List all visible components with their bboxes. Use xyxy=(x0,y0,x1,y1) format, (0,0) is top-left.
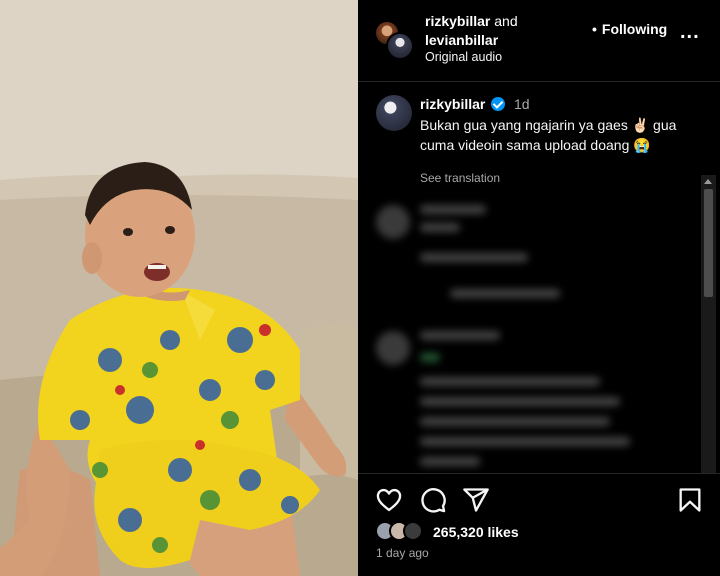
caption-timestamp[interactable]: 1d xyxy=(514,96,530,112)
caption-text: Bukan gua yang ngajarin ya gaes ✌🏻 gua c… xyxy=(420,117,677,153)
more-options-icon[interactable]: ... xyxy=(680,22,700,42)
comment-icon[interactable] xyxy=(419,486,447,514)
post-panel: rizkybillar and levianbillar Original au… xyxy=(358,0,720,576)
comment-placeholder xyxy=(420,205,486,214)
comment-placeholder xyxy=(420,457,480,466)
following-button[interactable]: • Following xyxy=(592,21,667,37)
username-link[interactable]: rizkybillar xyxy=(425,13,490,29)
child-photo xyxy=(0,0,358,576)
blurred-comments xyxy=(358,191,698,473)
audio-link[interactable]: Original audio xyxy=(425,50,502,64)
heart-icon[interactable] xyxy=(375,486,403,514)
username-link[interactable]: levianbillar xyxy=(425,32,498,48)
share-icon[interactable] xyxy=(462,486,490,514)
comment-placeholder xyxy=(420,253,528,262)
comment-placeholder xyxy=(420,437,630,446)
comment-placeholder xyxy=(420,397,620,406)
comment-placeholder xyxy=(450,289,560,298)
scroll-up-icon[interactable] xyxy=(704,179,712,184)
collab-usernames: rizkybillar and levianbillar xyxy=(425,12,518,50)
avatar[interactable] xyxy=(386,32,414,60)
following-label: Following xyxy=(601,21,668,37)
post-date[interactable]: 1 day ago xyxy=(376,546,429,560)
scroll-thumb[interactable] xyxy=(704,189,713,297)
liker-avatars[interactable] xyxy=(375,521,425,543)
comment-placeholder xyxy=(420,417,610,426)
comments-section: rizkybillar 1d Bukan gua yang ngajarin y… xyxy=(358,83,720,473)
dot-separator: • xyxy=(592,21,597,37)
likes-count[interactable]: 265,320 likes xyxy=(433,524,519,540)
post-header: rizkybillar and levianbillar Original au… xyxy=(358,0,720,82)
comments-scrollbar[interactable] xyxy=(701,175,716,473)
collab-avatars[interactable] xyxy=(374,20,414,60)
action-bar: 265,320 likes 1 day ago xyxy=(358,473,720,576)
comment-placeholder xyxy=(420,223,460,232)
comment-placeholder xyxy=(420,331,500,340)
avatar xyxy=(376,331,410,365)
verified-badge-icon xyxy=(491,97,505,111)
avatar xyxy=(403,521,423,541)
comment-placeholder xyxy=(420,353,440,362)
see-translation-link[interactable]: See translation xyxy=(420,171,500,185)
comment-placeholder xyxy=(420,377,600,386)
caption-username[interactable]: rizkybillar xyxy=(420,96,485,112)
conjunction-text: and xyxy=(494,13,518,29)
post-media[interactable] xyxy=(0,0,358,576)
avatar xyxy=(376,205,410,239)
bookmark-icon[interactable] xyxy=(676,486,704,514)
avatar[interactable] xyxy=(376,95,412,131)
